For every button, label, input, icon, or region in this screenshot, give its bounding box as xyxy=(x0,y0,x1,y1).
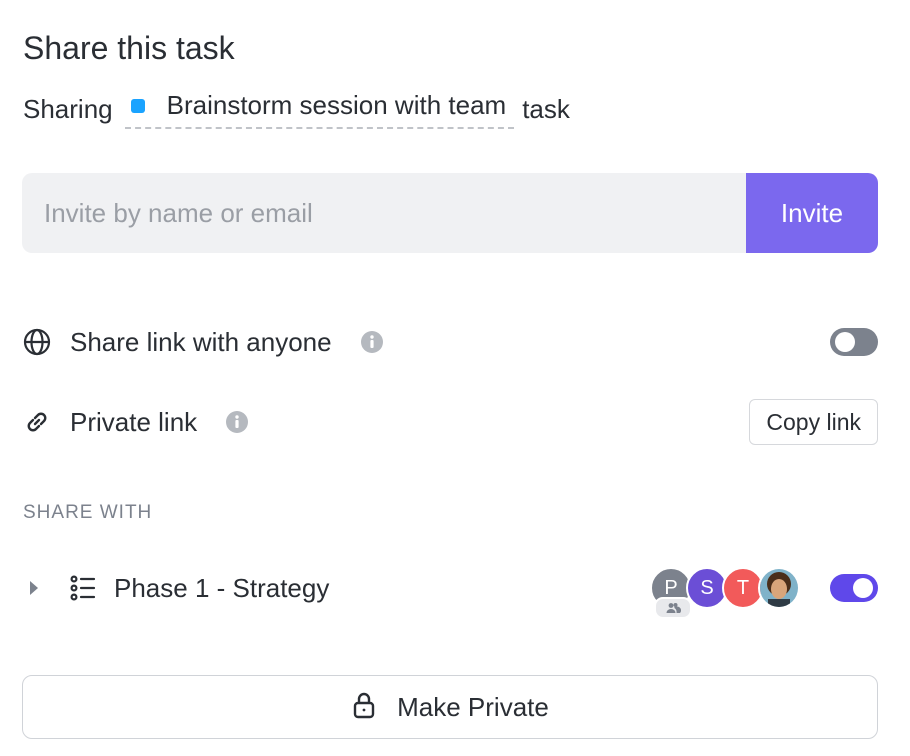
list-icon xyxy=(68,573,98,603)
sharing-prefix: Sharing xyxy=(23,94,113,124)
task-name: Brainstorm session with team xyxy=(166,90,507,120)
team-badge-icon xyxy=(654,597,692,619)
avatar-initial: T xyxy=(736,576,750,599)
invite-input[interactable] xyxy=(22,173,746,253)
lock-icon xyxy=(351,691,377,724)
share-link-anyone-label: Share link with anyone xyxy=(70,326,332,357)
task-status-square-icon xyxy=(130,98,145,113)
share-with-toggle[interactable] xyxy=(830,574,878,602)
info-icon[interactable] xyxy=(225,410,249,434)
sharing-description: Sharing Brainstorm session with team tas… xyxy=(23,90,570,129)
list-name: Phase 1 - Strategy xyxy=(114,572,330,603)
avatar-initial: S xyxy=(700,576,714,599)
private-link-row: Private link Copy link xyxy=(22,398,878,446)
share-task-panel: Share this task Sharing Brainstorm sessi… xyxy=(0,0,910,756)
toggle-knob xyxy=(835,332,855,352)
make-private-button[interactable]: Make Private xyxy=(22,675,878,739)
member-avatars[interactable]: P S T xyxy=(650,560,800,619)
panel-title: Share this task xyxy=(23,30,235,66)
sharing-suffix: task xyxy=(522,94,570,124)
share-link-anyone-toggle[interactable] xyxy=(830,328,878,356)
copy-link-button[interactable]: Copy link xyxy=(749,399,878,445)
private-link-label: Private link xyxy=(70,406,198,437)
info-icon[interactable] xyxy=(360,330,384,354)
expand-caret-icon[interactable] xyxy=(22,576,46,600)
make-private-label: Make Private xyxy=(397,691,549,722)
toggle-knob xyxy=(853,578,873,598)
share-with-heading: SHARE WITH xyxy=(23,502,153,523)
avatar-photo xyxy=(758,567,800,609)
invite-button[interactable]: Invite xyxy=(746,173,878,253)
globe-icon xyxy=(22,327,52,357)
task-chip[interactable]: Brainstorm session with team xyxy=(124,90,515,129)
invite-row: Invite xyxy=(22,173,878,253)
share-with-item: Phase 1 - Strategy P S T xyxy=(22,560,878,619)
link-icon xyxy=(22,407,52,437)
share-link-anyone-row: Share link with anyone xyxy=(22,318,878,366)
